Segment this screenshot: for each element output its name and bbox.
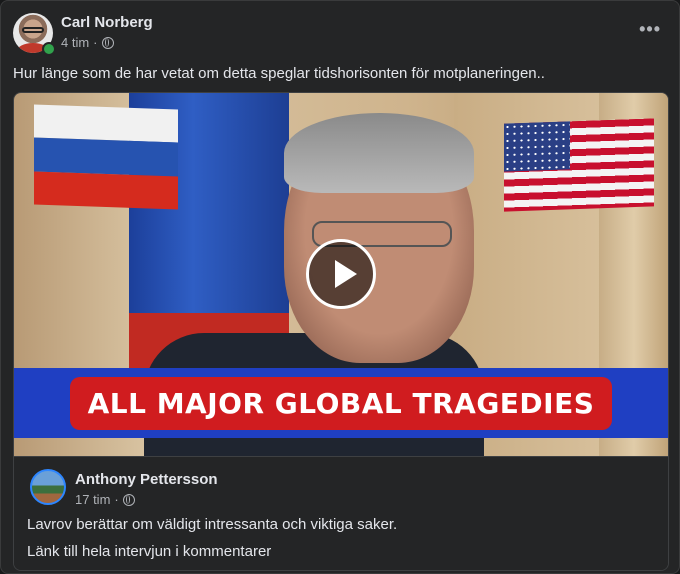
post-text: Hur länge som de har vetat om detta speg… — [13, 65, 545, 82]
shared-meta-separator: · — [114, 492, 119, 507]
globe-icon — [122, 493, 135, 506]
post-card: Carl Norberg 4 tim · ••• Hur länge som d… — [0, 0, 680, 574]
post-time[interactable]: 4 tim — [61, 35, 89, 50]
avatar-glasses — [22, 27, 44, 33]
more-options-icon[interactable]: ••• — [639, 19, 661, 40]
play-icon[interactable] — [306, 239, 376, 309]
author-name[interactable]: Carl Norberg — [61, 14, 153, 31]
shared-post-text-line-2: Länk till hela intervjun i kommentarer — [27, 543, 272, 560]
post-meta: 4 tim · — [61, 35, 114, 50]
shared-post[interactable]: ALL MAJOR GLOBAL TRAGEDIES Anthony Pette… — [13, 92, 669, 571]
us-flag — [504, 118, 654, 212]
shared-post-text-line-1: Lavrov berättar om väldigt intressanta o… — [27, 516, 398, 533]
online-status-dot — [42, 42, 56, 56]
meta-separator: · — [93, 35, 98, 50]
video-thumbnail[interactable]: ALL MAJOR GLOBAL TRAGEDIES — [14, 93, 668, 456]
globe-icon — [101, 36, 114, 49]
shared-post-meta: 17 tim · — [75, 492, 135, 507]
video-caption-text: ALL MAJOR GLOBAL TRAGEDIES — [69, 376, 613, 430]
post-header: Carl Norberg 4 tim · ••• — [13, 13, 669, 56]
video-caption-banner: ALL MAJOR GLOBAL TRAGEDIES — [14, 368, 668, 438]
shared-post-time[interactable]: 17 tim — [75, 492, 110, 507]
shared-author-name[interactable]: Anthony Pettersson — [75, 471, 218, 488]
shared-author-avatar[interactable] — [30, 469, 66, 505]
shared-post-body: Anthony Pettersson 17 tim · Lavrov berät… — [14, 456, 668, 570]
